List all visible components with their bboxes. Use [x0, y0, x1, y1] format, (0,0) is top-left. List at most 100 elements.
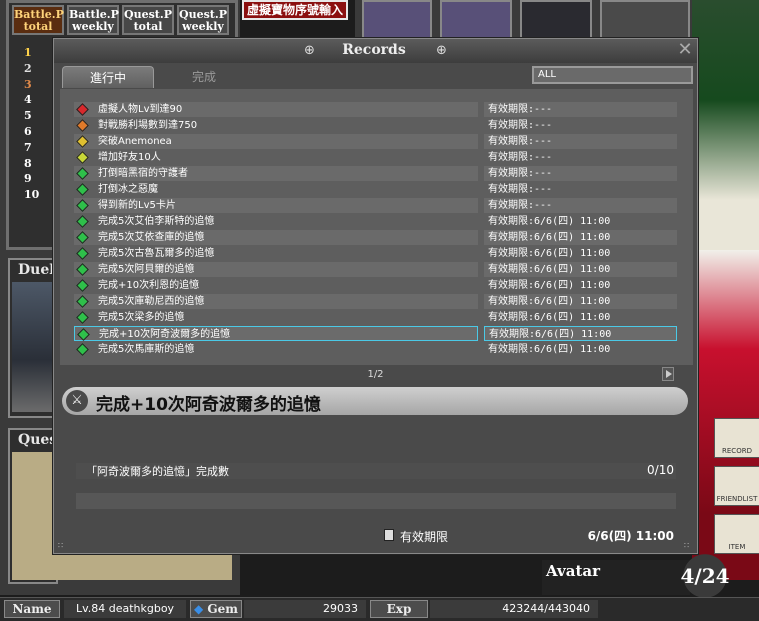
tab-quest-total[interactable]: Quest.P total [122, 5, 174, 35]
gem-icon: ◆ [193, 602, 204, 616]
condition-count: 0/10 [647, 463, 674, 477]
tab-completed[interactable]: 完成 [158, 66, 250, 88]
friendlist-button-label: FRIENDLIST [716, 495, 758, 503]
record-expiry-cell: 有效期限:--- [484, 166, 677, 181]
resize-grip-icon[interactable]: ∷ [684, 541, 689, 550]
rank-number: 10 [24, 188, 40, 202]
record-button-label: RECORD [722, 447, 752, 455]
tab-in-progress[interactable]: 進行中 [62, 66, 154, 88]
status-gem-icon [76, 215, 89, 228]
top-card [520, 0, 592, 40]
rank-number: 4 [24, 93, 32, 107]
record-expiry-cell: 有效期限:6/6(四) 11:00 [484, 214, 677, 229]
record-row[interactable]: 完成5次艾依查庫的追憶 有效期限:6/6(四) 11:00 [74, 230, 679, 245]
record-expiry-cell: 有效期限:--- [484, 134, 677, 149]
record-expiry: 有效期限:6/6(四) 11:00 [489, 329, 612, 340]
record-row[interactable]: 突破Anemonea 有效期限:--- [74, 134, 679, 149]
record-name: 虛擬人物Lv到達90 [98, 104, 183, 115]
rank-number: 6 [24, 125, 32, 138]
rank-number: 9 [24, 172, 32, 186]
record-button[interactable]: RECORD [714, 418, 759, 458]
serial-code-button[interactable]: 虛擬寶物序號輸入 [242, 0, 348, 20]
status-gem-icon [76, 295, 89, 308]
exp-label: Exp [370, 600, 428, 618]
tab-battle-weekly[interactable]: Battle.P weekly [67, 5, 119, 35]
record-expiry: 有效期限:--- [488, 168, 553, 179]
record-expiry: 有效期限:--- [488, 152, 553, 163]
status-gem-icon [76, 167, 89, 180]
record-name: 完成5次艾依查庫的追憶 [98, 232, 205, 243]
page-indicator: 1/2 [367, 369, 384, 380]
gem-label-text: Gem [207, 602, 238, 616]
record-expiry: 有效期限:6/6(四) 11:00 [488, 248, 611, 259]
record-name-cell: 完成5次梁多的追憶 [74, 310, 478, 325]
records-dialog: ⊕ Records ⊕ ✕ 進行中 完成 ALL 虛擬人物Lv到達90 有效期限:… [53, 38, 698, 554]
page-counter-badge: 4/24 [674, 552, 736, 600]
name-label: Name [4, 600, 60, 618]
hourglass-icon [384, 529, 394, 541]
record-row[interactable]: 完成5次古魯瓦爾多的追憶 有效期限:6/6(四) 11:00 [74, 246, 679, 261]
record-name-cell: 對戰勝利場數到達750 [74, 118, 478, 133]
next-page-button[interactable] [662, 367, 674, 381]
record-expiry: 有效期限:6/6(四) 11:00 [488, 280, 611, 291]
status-gem-icon [76, 263, 89, 276]
exp-value: 423244/443040 [430, 600, 598, 618]
record-name-cell: 得到新的Lv5卡片 [74, 198, 478, 213]
record-name: 完成+10次利恩的追憶 [98, 280, 200, 291]
record-name-cell: 虛擬人物Lv到達90 [74, 102, 478, 117]
record-row[interactable]: 完成5次庫勒尼西的追憶 有效期限:6/6(四) 11:00 [74, 294, 679, 309]
game-screen: Battle.P total Battle.P weekly Quest.P tota… [0, 0, 759, 621]
record-name: 打倒暗黑宿的守護者 [98, 168, 188, 179]
status-gem-icon [76, 343, 89, 356]
status-gem-icon [76, 311, 89, 324]
record-row[interactable]: 完成5次梁多的追憶 有效期限:6/6(四) 11:00 [74, 310, 679, 325]
record-name-cell: 打倒冰之惡魔 [74, 182, 478, 197]
item-button[interactable]: ITEM [714, 514, 759, 554]
status-gem-icon [76, 231, 89, 244]
condition-label: 「阿奇波爾多的追憶」完成數 [86, 465, 229, 478]
tab-battle-total[interactable]: Battle.P total [12, 5, 64, 35]
record-expiry: 有效期限:--- [488, 136, 553, 147]
top-card [362, 0, 432, 40]
record-row[interactable]: 打倒暗黑宿的守護者 有效期限:--- [74, 166, 679, 181]
record-name-cell: 打倒暗黑宿的守護者 [74, 166, 478, 181]
status-gem-icon [76, 151, 89, 164]
record-row[interactable]: 完成5次馬庫斯的追憶 有效期限:6/6(四) 11:00 [74, 342, 679, 357]
status-gem-icon [76, 279, 89, 292]
record-row[interactable]: 虛擬人物Lv到達90 有效期限:--- [74, 102, 679, 117]
filter-dropdown[interactable]: ALL [532, 66, 693, 84]
rank-number: 3 [24, 77, 32, 91]
rank-number: 1 [24, 46, 32, 59]
header-ornament-icon: ⊕ [436, 43, 447, 58]
record-expiry-cell: 有效期限:6/6(四) 11:00 [484, 294, 677, 309]
record-name-cell: 完成5次馬庫斯的追憶 [74, 342, 478, 357]
gem-label: ◆ Gem [190, 600, 242, 618]
sword-icon: ⚔ [66, 390, 88, 412]
record-name: 增加好友10人 [98, 152, 161, 163]
expiry-value: 6/6(四) 11:00 [587, 529, 674, 543]
record-name-cell: 突破Anemonea [74, 134, 478, 149]
record-name: 完成5次古魯瓦爾多的追憶 [98, 248, 215, 259]
record-name-cell: 完成+10次阿奇波爾多的追憶 [74, 326, 478, 341]
record-row[interactable]: 完成5次阿貝爾的追憶 有效期限:6/6(四) 11:00 [74, 262, 679, 277]
progress-track [76, 493, 676, 509]
record-expiry: 有效期限:6/6(四) 11:00 [488, 344, 611, 355]
record-row[interactable]: 增加好友10人 有效期限:--- [74, 150, 679, 165]
record-expiry-cell: 有效期限:6/6(四) 11:00 [484, 326, 677, 341]
close-icon[interactable]: ✕ [676, 40, 694, 60]
status-gem-icon [76, 247, 89, 260]
record-row[interactable]: 完成+10次利恩的追憶 有效期限:6/6(四) 11:00 [74, 278, 679, 293]
record-name: 完成5次梁多的追憶 [98, 312, 185, 323]
record-row[interactable]: 得到新的Lv5卡片 有效期限:--- [74, 198, 679, 213]
record-row[interactable]: 打倒冰之惡魔 有效期限:--- [74, 182, 679, 197]
resize-grip-icon[interactable]: ∷ [58, 541, 63, 550]
record-name-cell: 完成5次艾依查庫的追憶 [74, 230, 478, 245]
record-row[interactable]: 完成5次艾伯李斯特的追憶 有效期限:6/6(四) 11:00 [74, 214, 679, 229]
record-row[interactable]: 完成+10次阿奇波爾多的追憶 有效期限:6/6(四) 11:00 [74, 326, 679, 341]
detail-title: 完成+10次阿奇波爾多的追憶 [96, 395, 321, 415]
tab-quest-weekly[interactable]: Quest.P weekly [177, 5, 229, 35]
friendlist-button[interactable]: FRIENDLIST [714, 466, 759, 506]
record-expiry: 有效期限:6/6(四) 11:00 [488, 264, 611, 275]
record-name: 完成+10次阿奇波爾多的追憶 [99, 329, 231, 340]
record-row[interactable]: 對戰勝利場數到達750 有效期限:--- [74, 118, 679, 133]
